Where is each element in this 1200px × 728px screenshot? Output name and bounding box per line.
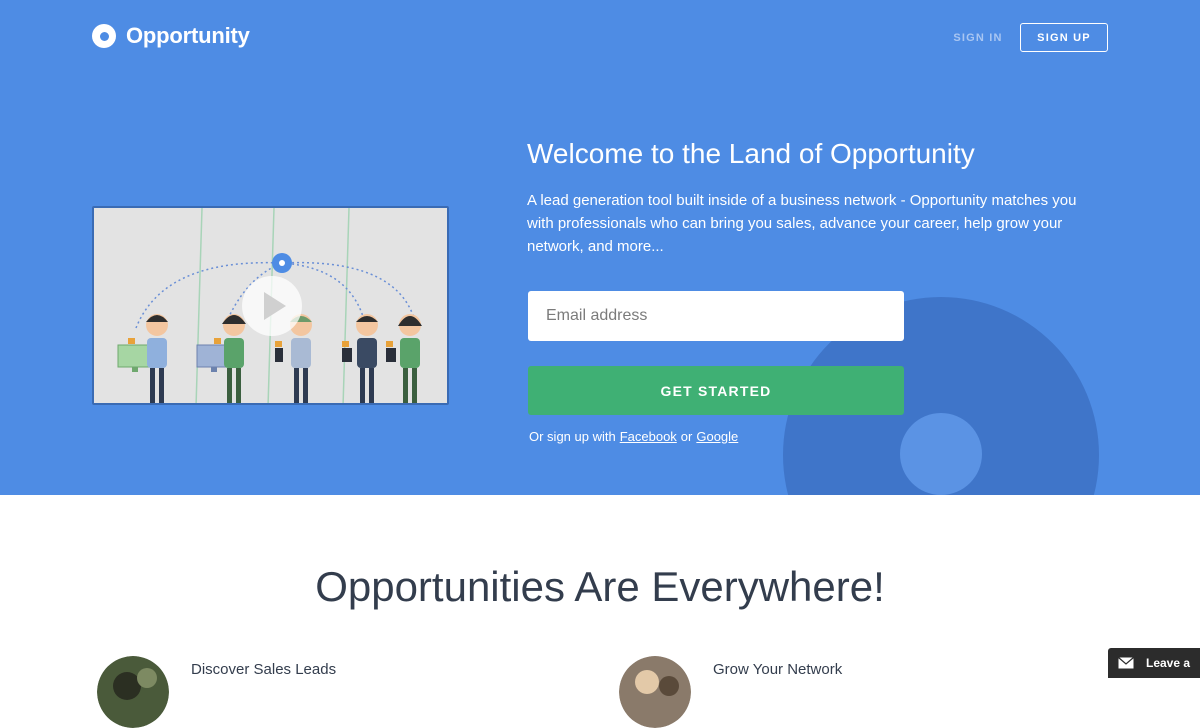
play-icon[interactable] [242,276,302,336]
sign-in-link[interactable]: SIGN IN [947,24,1009,52]
sign-up-button[interactable]: SIGN UP [1020,23,1108,52]
feedback-label: Leave a [1146,656,1191,670]
feature-grow-your-network: Grow Your Network [619,656,843,728]
hero-headline: Welcome to the Land of Opportunity [527,138,975,169]
email-input[interactable] [528,291,904,341]
feature-title: Discover Sales Leads [191,661,337,678]
envelope-icon [1118,657,1134,669]
feature-discover-sales-leads: Discover Sales Leads [97,656,337,728]
social-signup: Or sign up with Facebook or Google [529,426,738,446]
google-signup-link[interactable]: Google [696,429,738,444]
intro-video[interactable] [92,206,449,405]
decorative-circle-small [900,413,982,495]
video-illustration [117,208,422,403]
get-started-button[interactable]: GET STARTED [528,366,904,415]
brand-name: Opportunity [126,23,250,48]
social-prefix-text: Or sign up with [529,428,616,444]
social-or-text: or [680,428,693,444]
opportunity-logo-icon [92,24,116,48]
facebook-signup-link[interactable]: Facebook [620,429,677,444]
hero-section: Opportunity SIGN IN SIGN UP Welcome to t… [0,0,1200,495]
hero-description: A lead generation tool built inside of a… [527,192,1077,255]
brand-logo[interactable]: Opportunity [92,22,250,50]
feature-title: Grow Your Network [713,661,843,678]
section-title: Opportunities Are Everywhere! [315,563,885,610]
feature-avatar [619,656,691,728]
feature-avatar [97,656,169,728]
